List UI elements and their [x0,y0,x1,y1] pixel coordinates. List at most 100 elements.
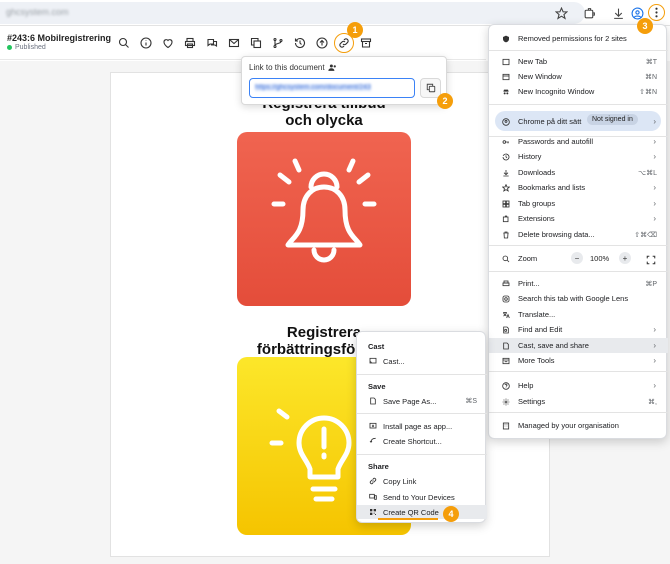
fullscreen-icon[interactable] [646,252,658,265]
copy-icon [426,83,435,93]
chevron-right-icon: › [653,152,656,161]
submenu-item-create-qr[interactable]: Create QR Code [357,505,487,519]
menu-item-shortcut: ⌘N [644,73,657,81]
menu-item-bookmarks[interactable]: Bookmarks and lists › [489,180,668,195]
submenu-item-install-app[interactable]: Install page as app... [357,419,487,433]
status-label: Published [15,44,46,51]
menu-item-label: Extensions [518,214,555,223]
heart-icon[interactable] [160,35,176,51]
search-icon[interactable] [116,35,132,51]
menu-item-passwords[interactable]: Passwords and autofill › [489,134,668,149]
menu-item-label: Managed by your organisation [518,421,619,430]
menu-item-label: New Tab [518,57,548,66]
menu-item-new-incognito[interactable]: New Incognito Window ⇧⌘N [489,84,668,99]
step-badge-1: 1 [347,22,363,38]
building-icon [502,422,510,430]
star-icon [502,183,510,192]
menu-separator [489,104,668,105]
duplicate-icon[interactable] [248,35,264,51]
menu-item-label: New Window [518,72,562,81]
menu-item-new-tab[interactable]: New Tab ⌘T [489,54,668,69]
submenu-item-save-page[interactable]: Save Page As... ⌘S [357,394,487,408]
info-icon[interactable] [138,35,154,51]
step-badge-4: 4 [443,506,459,522]
menu-item-label: Print... [518,279,540,288]
submenu-item-label: Create Shortcut... [383,436,442,446]
submenu-item-copy-link[interactable]: Copy Link [357,474,487,488]
save-icon [369,397,377,405]
puzzle-icon [502,215,510,223]
menu-item-label: More Tools [518,356,555,365]
menu-item-managed[interactable]: Managed by your organisation [489,418,668,433]
zoom-out-button[interactable]: − [571,252,583,264]
menu-item-delete-data[interactable]: Delete browsing data... ⇧⌘⌫ [489,227,668,242]
users-icon [327,64,336,71]
chrome-menu-kebab-icon[interactable] [648,4,665,21]
menu-item-label: Zoom [518,254,538,263]
submenu-item-create-shortcut[interactable]: Create Shortcut... [357,434,487,448]
cast-icon [369,357,377,365]
incident-tile[interactable] [237,132,411,306]
print-icon [502,280,510,288]
menu-item-settings[interactable]: Settings ⌘, [489,394,668,409]
status-dot-icon [7,45,12,50]
qr-highlight-underline [378,518,438,520]
mail-icon[interactable] [226,35,242,51]
zoom-in-button[interactable]: + [619,252,631,264]
menu-item-shortcut: ⇧⌘⌫ [634,231,657,239]
submenu-item-label: Cast... [383,356,405,366]
menu-item-shortcut: ⌥⌘L [638,169,657,177]
submenu-item-label: Create QR Code [383,507,439,517]
menu-item-print[interactable]: Print... ⌘P [489,276,668,291]
downloads-icon[interactable] [609,4,627,22]
submenu-item-cast[interactable]: Cast... [357,354,487,368]
link-url-field[interactable]: https://ghcsystem.com/document/243 [249,78,415,98]
menu-item-translate[interactable]: Translate... [489,307,668,322]
chevron-right-icon: › [653,214,656,223]
menu-item-new-window[interactable]: New Window ⌘N [489,69,668,84]
menu-item-extensions[interactable]: Extensions › [489,211,668,226]
menu-item-profile-content: Chrome på ditt sätt › [489,114,668,129]
menu-item-help[interactable]: Help › [489,378,668,393]
menu-item-label: Passwords and autofill [518,137,594,146]
submenu-separator [357,413,487,414]
bookmark-star-icon[interactable] [552,4,570,22]
menu-item-cast-save-share[interactable]: Cast, save and share › [489,338,668,353]
menu-item-google-lens[interactable]: Search this tab with Google Lens [489,291,668,306]
menu-item-tab-groups[interactable]: Tab groups › [489,196,668,211]
print-icon[interactable] [182,35,198,51]
extensions-icon[interactable] [580,4,598,22]
comments-icon[interactable] [204,35,220,51]
tab-groups-icon [502,200,510,208]
submenu-item-send-devices[interactable]: Send to Your Devices [357,490,487,504]
link-icon [369,477,377,485]
menu-item-downloads[interactable]: Downloads ⌥⌘L [489,165,668,180]
menu-separator [489,371,668,372]
archive-icon[interactable] [358,35,374,51]
cast-save-icon [502,342,510,350]
devices-icon [369,493,377,501]
not-signed-in-badge: Not signed in [587,114,638,125]
submenu-separator [357,374,487,375]
menu-item-label: History [518,152,542,161]
menu-item-label: Chrome på ditt sätt [518,117,582,126]
chevron-right-icon: › [653,137,656,146]
document-title: #243:6 Mobilregistrering [7,33,112,43]
menu-separator [489,245,668,246]
step-badge-2: 2 [437,93,453,109]
menu-item-label: Delete browsing data... [518,230,595,239]
menu-item-more-tools[interactable]: More Tools › [489,353,668,368]
menu-item-label: Find and Edit [518,325,563,334]
address-bar[interactable]: ghcsystem.com [0,2,585,24]
document-status: Published [7,44,46,51]
chevron-right-icon: › [653,183,656,192]
upload-icon[interactable] [314,35,330,51]
history-icon[interactable] [292,35,308,51]
menu-item-label: Removed permissions for 2 sites [518,34,627,43]
submenu-section-share: Share [368,462,389,471]
menu-item-label: Downloads [518,168,556,177]
menu-item-history[interactable]: History › [489,149,668,164]
branch-icon[interactable] [270,35,286,51]
menu-item-find-edit[interactable]: Find and Edit › [489,322,668,337]
submenu-item-label: Save Page As... [383,396,437,406]
